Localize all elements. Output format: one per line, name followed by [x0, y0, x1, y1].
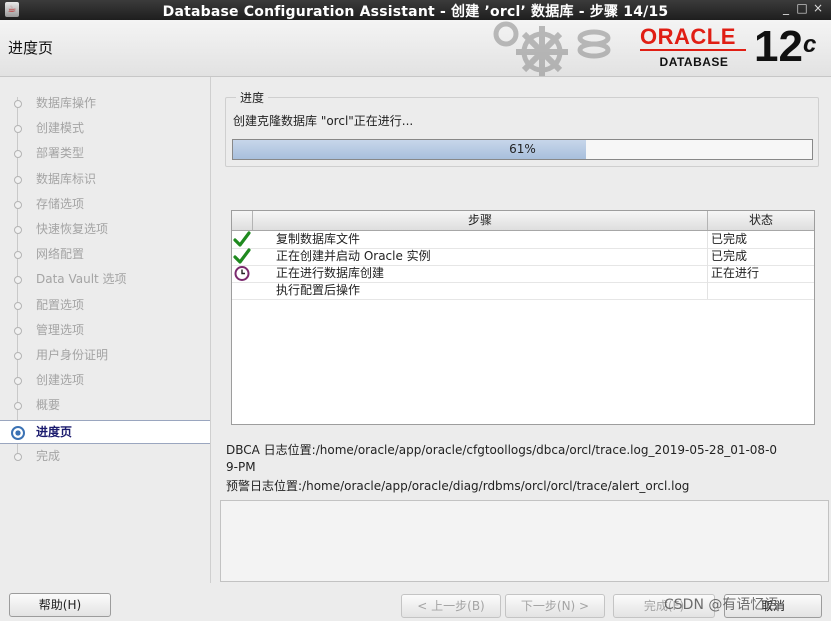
check-icon [233, 231, 251, 248]
gears-decoration-icon [493, 21, 611, 76]
sidebar-step-label: 数据库标识 [36, 171, 97, 186]
sidebar-step-item: 管理选项 [0, 319, 210, 341]
sidebar-step-item: 网络配置 [0, 243, 210, 265]
dbca-log-location-cont: 9-PM [226, 460, 256, 474]
sidebar-step-label: 管理选项 [36, 322, 85, 337]
sidebar-step-label: 部署类型 [36, 146, 85, 161]
oracle-database-label: DATABASE [659, 55, 729, 69]
version-suffix: c [802, 31, 817, 58]
step-name: 执行配置后操作 [276, 283, 361, 297]
sidebar-step-item: 部署类型 [0, 142, 210, 164]
sidebar-step-label: 完成 [36, 448, 61, 463]
step-dot-icon [14, 100, 22, 108]
sidebar-step-label: 快速恢复选项 [36, 222, 109, 236]
sidebar-step-label: 配置选项 [36, 297, 85, 312]
step-dot-icon [14, 377, 22, 386]
sidebar-step-item: Data Vault 选项 [0, 268, 210, 290]
progress-percent: 61% [509, 142, 536, 156]
progress-bar: 61% [232, 139, 813, 160]
table-row[interactable]: 正在进行数据库创建 正在进行 [232, 265, 814, 283]
brand-underline [640, 49, 746, 51]
steps-table[interactable]: 步骤 状态 复制数据库文件 已完成 正在创建并启动 Oracle 实例 已完成 正在进行… [231, 210, 815, 425]
sidebar-step-item: 数据库标识 [0, 168, 210, 190]
step-dot-icon [14, 402, 22, 411]
wizard-steps-sidebar: 数据库操作创建模式部署类型数据库标识存储选项快速恢复选项 网络配置 Data Vau… [0, 77, 211, 583]
step-dot-icon [14, 251, 22, 260]
clock-icon [233, 265, 251, 282]
step-dot-icon [14, 452, 22, 461]
next-button[interactable]: 下一步(N) > [505, 594, 605, 618]
column-separator [707, 231, 708, 248]
window-title-bar[interactable]: ☕ Database Configuration Assistant - 创建 … [0, 0, 831, 20]
column-separator [707, 282, 708, 299]
window-controls: _ □ × [777, 1, 825, 15]
header-icon-cell [232, 211, 253, 230]
sidebar-step-item: 存储选项 [0, 193, 210, 215]
dbca-log-location: DBCA 日志位置:/home/oracle/app/oracle/cfgtoo… [226, 443, 778, 457]
back-button[interactable]: < 上一步(B) [401, 594, 501, 618]
oracle-brand: ORACLE [640, 24, 736, 49]
minimize-button[interactable]: _ [779, 1, 793, 15]
version-number: 12 [754, 22, 803, 71]
table-header: 步骤 状态 [232, 211, 814, 231]
step-dot-icon [14, 200, 22, 209]
sidebar-step-item: 完成 [0, 445, 210, 467]
step-status: 已完成 [711, 232, 748, 246]
step-dot-icon [14, 175, 22, 184]
version-badge: 12c [754, 24, 816, 70]
table-row[interactable]: 复制数据库文件 已完成 [232, 231, 814, 249]
sidebar-step-label: 存储选项 [36, 196, 85, 211]
window-title: Database Configuration Assistant - 创建 ’o… [162, 4, 669, 20]
sidebar-step-label: Data Vault 选项 [36, 272, 127, 287]
sidebar-step-label: 进度页 [36, 424, 73, 439]
sidebar-step-item: 数据库操作 [0, 92, 210, 114]
sidebar-step-item: 快速恢复选项 [0, 218, 210, 240]
step-dot-icon [14, 125, 22, 134]
sidebar-step-label: 创建模式 [36, 121, 85, 136]
check-icon [233, 248, 251, 265]
wizard-header: 进度页 ORACLE DATABASE 12c [0, 20, 831, 77]
sidebar-step-label: 概要 [36, 398, 61, 413]
table-row[interactable]: 执行配置后操作 [232, 282, 814, 300]
sidebar-step-label: 用户身份证明 [36, 348, 109, 362]
oracle-logo: ORACLE DATABASE [640, 26, 748, 70]
sidebar-step-item: 配置选项 [0, 294, 210, 316]
step-dot-icon [14, 301, 22, 310]
step-name: 正在创建并启动 Oracle 实例 [276, 249, 431, 263]
watermark: CSDN @有语忆语 [664, 597, 779, 613]
step-dot-icon [14, 226, 22, 234]
header-status[interactable]: 状态 [708, 211, 814, 230]
step-name: 正在进行数据库创建 [276, 266, 385, 280]
alert-log-location: 预警日志位置:/home/oracle/app/oracle/diag/rdbm… [226, 479, 690, 493]
column-separator [707, 248, 708, 265]
step-dot-icon [14, 150, 22, 159]
progress-group: 进度 创建克隆数据库 "orcl"正在进行... 61% [225, 89, 819, 167]
close-button[interactable]: × [811, 1, 825, 15]
step-name: 复制数据库文件 [276, 232, 361, 246]
sidebar-step-item: 创建选项 [0, 369, 210, 391]
progress-legend: 进度 [236, 89, 269, 106]
sidebar-step-item: 进度页 [0, 419, 210, 444]
step-dot-icon [14, 276, 22, 285]
sidebar-step-label: 网络配置 [36, 247, 85, 262]
current-step-icon [11, 425, 25, 440]
details-text-area[interactable] [220, 500, 829, 582]
sidebar-step-item: 用户身份证明 [0, 344, 210, 366]
step-status: 已完成 [711, 249, 748, 263]
maximize-button[interactable]: □ [795, 1, 809, 15]
step-dot-icon [14, 326, 22, 335]
sidebar-step-item: 概要 [0, 394, 210, 416]
step-status: 正在进行 [711, 266, 760, 280]
table-row[interactable]: 正在创建并启动 Oracle 实例 已完成 [232, 248, 814, 266]
column-separator [707, 265, 708, 282]
progress-status-text: 创建克隆数据库 "orcl"正在进行... [233, 114, 414, 128]
sidebar-step-label: 数据库操作 [36, 96, 97, 110]
page-title: 进度页 [8, 39, 54, 57]
empty-status-icon [233, 282, 251, 299]
sidebar-step-item: 创建模式 [0, 117, 210, 139]
sidebar-step-label: 创建选项 [36, 373, 85, 388]
step-dot-icon [14, 352, 22, 360]
header-step[interactable]: 步骤 [253, 211, 708, 230]
help-button[interactable]: 帮助(H) [9, 593, 111, 617]
